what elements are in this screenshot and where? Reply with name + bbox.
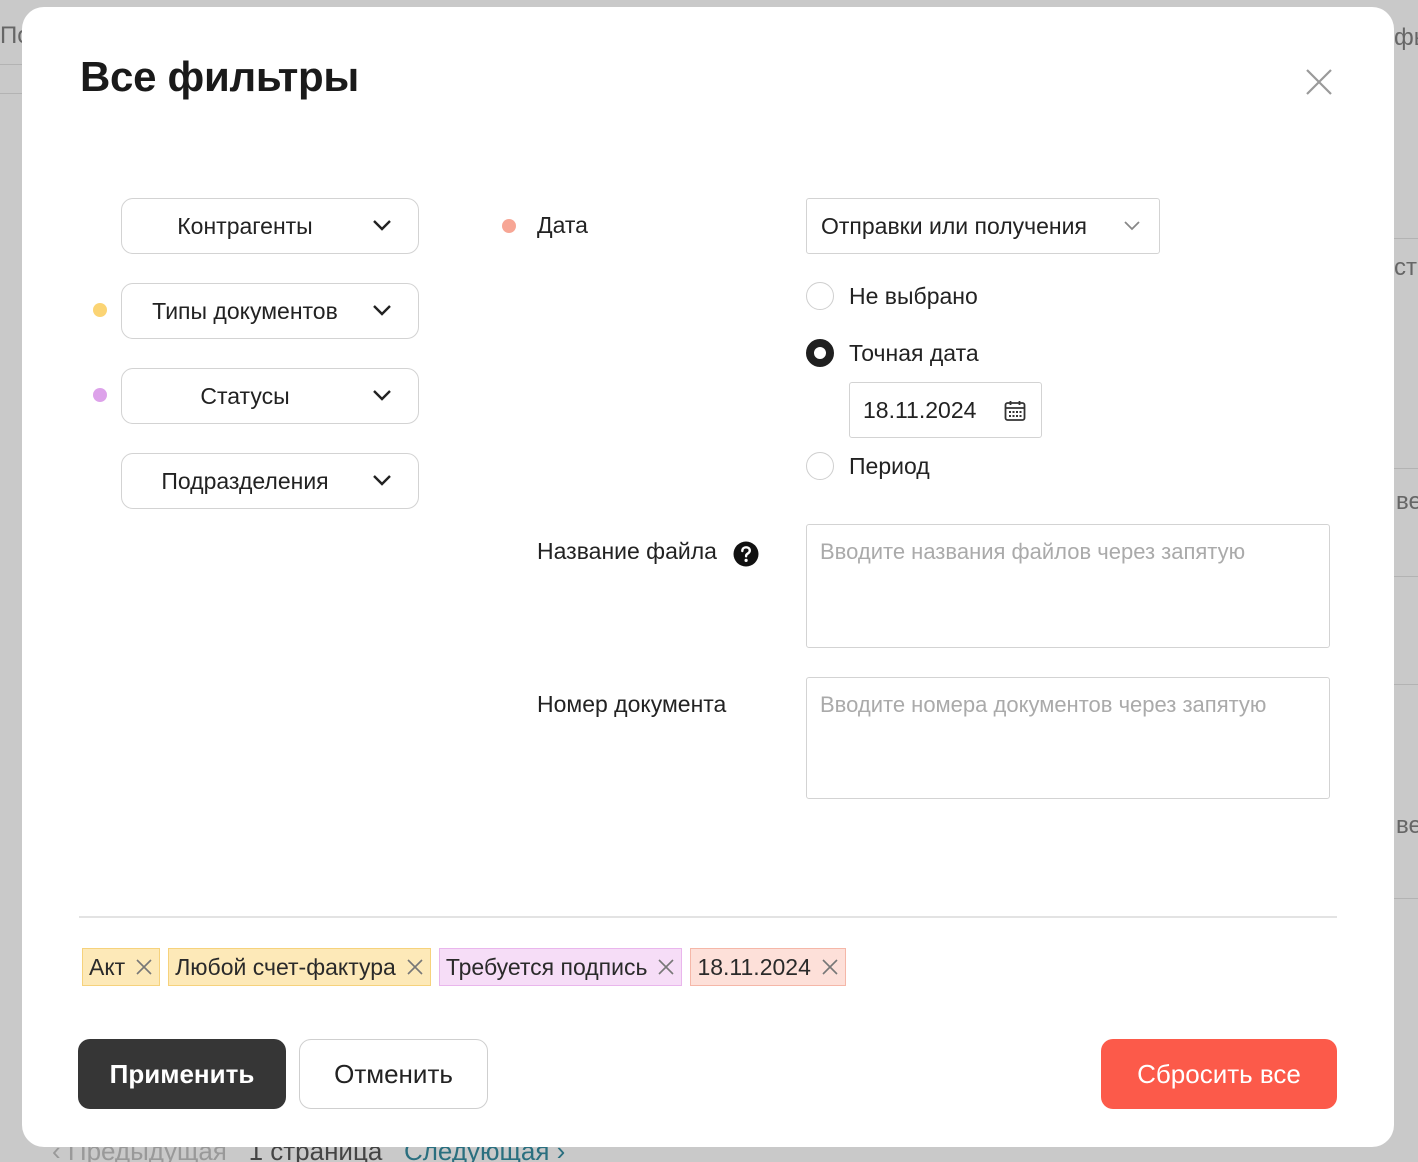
filter-button-label: Типы документов <box>152 297 338 324</box>
radio-not-selected[interactable]: Не выбрано <box>806 282 978 310</box>
remove-chip-icon[interactable] <box>821 958 839 976</box>
date-indicator-dot <box>502 219 516 233</box>
remove-chip-icon[interactable] <box>657 958 675 976</box>
filter-button-label: Статусы <box>200 382 290 409</box>
filter-chip: Любой счет-фактура <box>168 948 431 986</box>
file-name-label: Название файла <box>537 538 717 564</box>
background-text: ве <box>1396 488 1418 515</box>
background-text: сти <box>1394 254 1418 281</box>
radio-icon <box>806 339 834 367</box>
reset-all-button[interactable]: Сбросить все <box>1101 1039 1337 1109</box>
doc-types-filter-button[interactable]: Типы документов <box>121 283 419 339</box>
chip-label: Акт <box>89 953 126 980</box>
chip-label: 18.11.2024 <box>697 953 811 980</box>
exact-date-value: 18.11.2024 <box>863 396 977 423</box>
filter-chip: Акт <box>82 948 161 986</box>
chevron-down-icon <box>1124 221 1140 231</box>
active-filter-chips: Акт Любой счет-фактура Требуется подпись… <box>82 948 846 986</box>
date-label: Дата <box>537 212 588 238</box>
doc-number-label: Номер документа <box>537 691 727 717</box>
help-icon[interactable] <box>733 541 759 567</box>
modal-title: Все фильтры <box>80 53 359 100</box>
exact-date-input[interactable]: 18.11.2024 <box>849 382 1042 438</box>
chevron-down-icon <box>373 390 391 401</box>
background-text: фы <box>1394 24 1418 51</box>
statuses-indicator-dot <box>93 388 107 402</box>
doc-types-indicator-dot <box>93 303 107 317</box>
cancel-button[interactable]: Отменить <box>299 1039 488 1109</box>
departments-filter-button[interactable]: Подразделения <box>121 453 419 509</box>
background-text: ве <box>1396 812 1418 839</box>
remove-chip-icon[interactable] <box>406 958 424 976</box>
radio-period[interactable]: Период <box>806 452 930 480</box>
statuses-filter-button[interactable]: Статусы <box>121 368 419 424</box>
background-divider <box>0 64 22 65</box>
date-type-select-value: Отправки или получения <box>821 212 1087 239</box>
remove-chip-icon[interactable] <box>135 958 153 976</box>
background-divider <box>1394 898 1418 899</box>
radio-label: Точная дата <box>849 339 979 366</box>
calendar-icon[interactable] <box>1003 399 1027 423</box>
file-name-input[interactable] <box>806 524 1330 648</box>
filter-button-label: Контрагенты <box>177 212 313 239</box>
chip-label: Любой счет-фактура <box>175 953 396 980</box>
close-icon[interactable] <box>1304 67 1334 97</box>
background-divider <box>1394 468 1418 469</box>
background-divider <box>0 93 22 94</box>
radio-icon <box>806 452 834 480</box>
counterparties-filter-button[interactable]: Контрагенты <box>121 198 419 254</box>
radio-label: Период <box>849 452 930 479</box>
chevron-down-icon <box>373 475 391 486</box>
radio-icon <box>806 282 834 310</box>
chip-label: Требуется подпись <box>445 953 648 980</box>
filter-button-label: Подразделения <box>161 467 329 494</box>
filter-chip: Требуется подпись <box>438 948 683 986</box>
chevron-down-icon <box>373 220 391 231</box>
doc-number-input[interactable] <box>806 677 1330 799</box>
radio-exact-date[interactable]: Точная дата <box>806 339 979 367</box>
filter-chip: 18.11.2024 <box>690 948 846 986</box>
chevron-down-icon <box>373 305 391 316</box>
radio-label: Не выбрано <box>849 282 978 309</box>
date-type-select[interactable]: Отправки или получения <box>806 198 1160 254</box>
background-divider <box>1394 684 1418 685</box>
background-divider <box>1394 576 1418 577</box>
all-filters-modal: Все фильтры Контрагенты Типы документов … <box>22 7 1394 1147</box>
apply-button[interactable]: Применить <box>78 1039 286 1109</box>
divider <box>79 916 1337 918</box>
background-divider <box>1394 238 1418 239</box>
